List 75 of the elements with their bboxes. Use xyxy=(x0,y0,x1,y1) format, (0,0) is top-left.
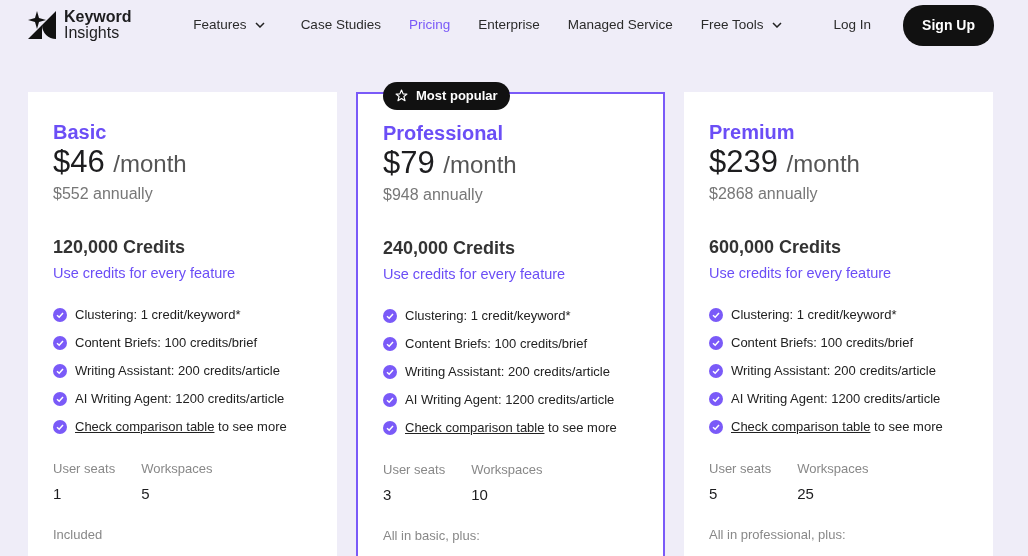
section-label: All in professional, plus: xyxy=(709,526,847,544)
check-icon xyxy=(383,365,397,379)
feature-text: Clustering: 1 credit/keyword* xyxy=(75,306,241,325)
check-icon xyxy=(709,336,723,350)
feature-text: Content Briefs: 100 credits/brief xyxy=(405,335,588,354)
stat-value: 10 xyxy=(471,484,489,505)
credits-link[interactable]: Use credits for every feature xyxy=(709,265,892,281)
feature-text: Writing Assistant: 200 credits/article xyxy=(405,363,610,382)
feature-text: Content Briefs: 100 credits/brief xyxy=(731,334,914,353)
nav-link[interactable]: Features xyxy=(193,14,265,36)
check-icon xyxy=(709,364,723,378)
check-icon xyxy=(53,364,67,378)
plan-price: $46 /month xyxy=(53,144,188,181)
credits-link[interactable]: Use credits for every feature xyxy=(53,265,236,281)
popular-badge: Most popular xyxy=(383,82,510,110)
nav-link[interactable]: Pricing xyxy=(408,14,451,36)
stat-label: User seats xyxy=(709,460,772,478)
nav-link[interactable]: Free Tools xyxy=(700,14,782,36)
check-icon xyxy=(383,337,397,351)
check-icon xyxy=(53,392,67,406)
feature-text: AI Writing Agent: 1200 credits/article xyxy=(731,390,941,409)
comparison-link[interactable]: Check comparison table xyxy=(731,419,871,435)
feature-text: Clustering: 1 credit/keyword* xyxy=(405,307,571,326)
section-label: All in basic, plus: xyxy=(383,527,481,545)
stat-label: User seats xyxy=(383,461,446,479)
check-icon xyxy=(709,392,723,406)
nav-link[interactable]: Case Studies xyxy=(300,14,381,36)
stat-value: 3 xyxy=(383,484,393,505)
feature-text: Content Briefs: 100 credits/brief xyxy=(75,334,258,353)
feature-text: AI Writing Agent: 1200 credits/article xyxy=(405,391,615,410)
check-icon xyxy=(383,421,397,435)
check-icon xyxy=(709,420,723,434)
feature-text: Clustering: 1 credit/keyword* xyxy=(731,306,897,325)
credits-amount: 600,000 Credits xyxy=(709,236,843,259)
comparison-link[interactable]: Check comparison table xyxy=(75,419,215,435)
check-icon xyxy=(709,308,723,322)
check-icon xyxy=(53,336,67,350)
feature-text: Writing Assistant: 200 credits/article xyxy=(75,362,280,381)
login-link[interactable]: Log In xyxy=(833,14,872,36)
credits-link[interactable]: Use credits for every feature xyxy=(383,266,566,282)
annual-price: $2868 annually xyxy=(709,184,819,204)
check-icon xyxy=(53,308,67,322)
feature-text: Writing Assistant: 200 credits/article xyxy=(731,362,936,381)
nav-link[interactable]: Managed Service xyxy=(567,14,673,36)
nav-link[interactable]: Enterprise xyxy=(478,14,540,36)
stat-label: Workspaces xyxy=(471,461,543,479)
stat-value: 5 xyxy=(709,483,719,504)
annual-price: $948 annually xyxy=(383,185,484,205)
feature-text: AI Writing Agent: 1200 credits/article xyxy=(75,390,285,409)
plan-name: Basic xyxy=(53,120,108,144)
stat-value: 25 xyxy=(797,483,815,504)
feature-text: Check comparison table to see more xyxy=(75,418,287,437)
section-label: Included xyxy=(53,526,104,544)
signup-button[interactable]: Sign Up xyxy=(903,4,994,46)
stat-label: Workspaces xyxy=(141,460,213,478)
plan-name: Professional xyxy=(383,121,505,145)
credits-amount: 120,000 Credits xyxy=(53,236,187,259)
plan-price: $79 /month xyxy=(383,145,518,182)
feature-text: Check comparison table to see more xyxy=(731,418,943,437)
check-icon xyxy=(383,393,397,407)
check-icon xyxy=(383,309,397,323)
stat-label: Workspaces xyxy=(797,460,869,478)
plan-name: Premium xyxy=(709,120,796,144)
plan-price: $239 /month xyxy=(709,144,861,181)
stat-label: User seats xyxy=(53,460,116,478)
stat-value: 1 xyxy=(53,483,63,504)
annual-price: $552 annually xyxy=(53,184,154,204)
star-icon xyxy=(395,89,408,103)
logo-icon xyxy=(28,11,56,39)
check-icon xyxy=(53,420,67,434)
credits-amount: 240,000 Credits xyxy=(383,237,517,260)
comparison-link[interactable]: Check comparison table xyxy=(405,420,545,436)
stat-value: 5 xyxy=(141,483,151,504)
logo-text: Keyword Insights xyxy=(64,9,132,41)
feature-text: Check comparison table to see more xyxy=(405,419,617,438)
